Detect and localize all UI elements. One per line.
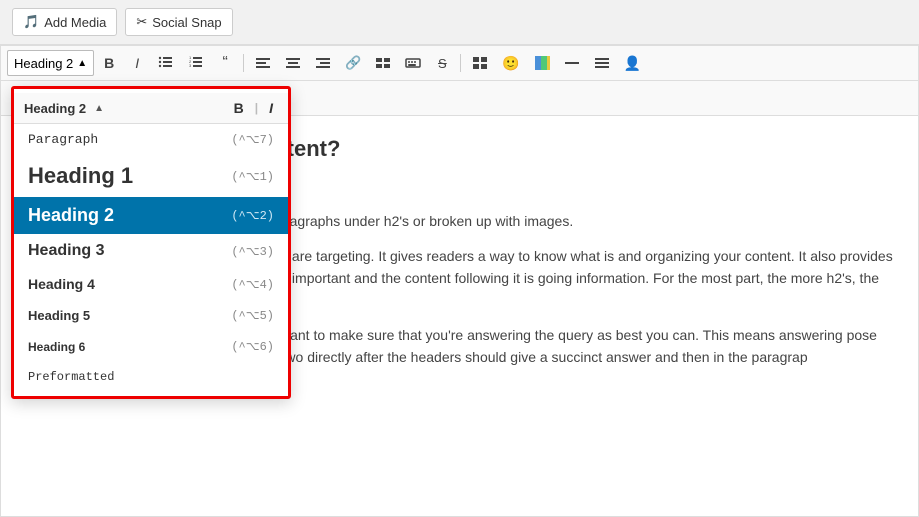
dropdown-shortcut-h1: (^⌥1) bbox=[231, 169, 274, 184]
align-center-button[interactable] bbox=[279, 50, 307, 76]
table-icon-button[interactable] bbox=[466, 50, 494, 76]
color-icon bbox=[534, 55, 550, 71]
user-button[interactable]: 👤 bbox=[618, 50, 647, 76]
align-right-icon bbox=[315, 55, 331, 71]
bold-button[interactable]: B bbox=[96, 50, 122, 76]
dropdown-label-h1: Heading 1 bbox=[28, 163, 133, 189]
dropdown-item-paragraph[interactable]: Paragraph (^⌥7) bbox=[14, 124, 288, 155]
more-button[interactable] bbox=[369, 50, 397, 76]
dropdown-shortcut-h3: (^⌥3) bbox=[231, 244, 274, 259]
dropdown-sep: | bbox=[255, 101, 258, 115]
unordered-list-button[interactable] bbox=[152, 50, 180, 76]
italic-button[interactable]: I bbox=[124, 50, 150, 76]
keyboard-icon bbox=[405, 55, 421, 71]
align-center-icon bbox=[285, 55, 301, 71]
blockquote-button[interactable]: “ bbox=[212, 50, 238, 76]
align-left-icon bbox=[255, 55, 271, 71]
dropdown-item-h2[interactable]: Heading 2 (^⌥2) bbox=[14, 197, 288, 234]
align-right-button[interactable] bbox=[309, 50, 337, 76]
hr-icon bbox=[564, 55, 580, 71]
dropdown-shortcut-h6: (^⌥6) bbox=[231, 339, 274, 354]
dropdown-shortcut-h4: (^⌥4) bbox=[231, 277, 274, 292]
bold-icon: B bbox=[104, 55, 114, 71]
dropdown-item-h1[interactable]: Heading 1 (^⌥1) bbox=[14, 155, 288, 197]
link-button[interactable]: 🔗 bbox=[339, 50, 367, 76]
dropdown-item-h3[interactable]: Heading 3 (^⌥3) bbox=[14, 234, 288, 268]
ul-icon bbox=[158, 54, 174, 73]
social-snap-icon: ✂ bbox=[136, 14, 147, 30]
add-media-icon: 🎵 bbox=[23, 14, 39, 30]
dropdown-shortcut-h5: (^⌥5) bbox=[231, 308, 274, 323]
hr-button[interactable] bbox=[558, 50, 586, 76]
dropdown-label-h4: Heading 4 bbox=[28, 276, 95, 292]
dropdown-item-h4[interactable]: Heading 4 (^⌥4) bbox=[14, 268, 288, 300]
dropdown-label-h2: Heading 2 bbox=[28, 205, 114, 226]
ordered-list-button[interactable]: 123 bbox=[182, 50, 210, 76]
separator-2 bbox=[460, 54, 461, 72]
dropdown-label-pre: Preformatted bbox=[28, 370, 114, 384]
table-icon bbox=[472, 55, 488, 71]
smiley-button[interactable]: 🙂 bbox=[496, 50, 525, 76]
dropdown-item-h5[interactable]: Heading 5 (^⌥5) bbox=[14, 300, 288, 331]
italic-icon: I bbox=[135, 55, 139, 71]
dropdown-item-pre[interactable]: Preformatted bbox=[14, 362, 288, 392]
social-snap-label: Social Snap bbox=[152, 15, 221, 30]
more-icon bbox=[375, 55, 391, 71]
dropdown-italic-button[interactable]: I bbox=[264, 98, 278, 118]
color-button[interactable] bbox=[528, 50, 556, 76]
chevron-up-icon: ▲ bbox=[77, 58, 87, 69]
format-clear-button[interactable] bbox=[588, 50, 616, 76]
dropdown-item-h6[interactable]: Heading 6 (^⌥6) bbox=[14, 331, 288, 362]
dropdown-shortcut-h2: (^⌥2) bbox=[231, 208, 274, 223]
dropdown-shortcut-paragraph: (^⌥7) bbox=[231, 132, 274, 147]
dropdown-label-paragraph: Paragraph bbox=[28, 132, 98, 147]
add-media-label: Add Media bbox=[44, 15, 106, 30]
keyboard-shortcuts-button[interactable] bbox=[399, 50, 427, 76]
format-select-label: Heading 2 bbox=[14, 56, 73, 71]
svg-text:3: 3 bbox=[189, 63, 192, 68]
dropdown-header-label: Heading 2 bbox=[24, 101, 86, 116]
dropdown-label-h3: Heading 3 bbox=[28, 242, 104, 260]
dropdown-bold-button[interactable]: B bbox=[229, 98, 249, 118]
social-snap-button[interactable]: ✂ Social Snap bbox=[125, 8, 232, 36]
dropdown-arrow-icon: ▲ bbox=[94, 103, 104, 114]
format-clear-icon bbox=[594, 55, 610, 71]
format-select[interactable]: Heading 2 ▲ bbox=[7, 50, 94, 76]
editor-wrapper: Heading 2 ▲ B I 123 “ bbox=[0, 45, 919, 517]
ol-icon: 123 bbox=[188, 54, 204, 73]
dropdown-header: Heading 2 ▲ B | I bbox=[14, 93, 288, 124]
format-dropdown: Heading 2 ▲ B | I Paragraph (^⌥7) Headin… bbox=[11, 86, 291, 399]
top-bar: 🎵 Add Media ✂ Social Snap bbox=[0, 0, 919, 45]
toolbar-row-1: Heading 2 ▲ B I 123 “ bbox=[1, 46, 918, 81]
separator-1 bbox=[243, 54, 244, 72]
dropdown-label-h6: Heading 6 bbox=[28, 340, 85, 354]
dropdown-label-h5: Heading 5 bbox=[28, 308, 90, 323]
strikethrough-button[interactable]: S bbox=[429, 50, 455, 76]
add-media-button[interactable]: 🎵 Add Media bbox=[12, 8, 117, 36]
align-left-button[interactable] bbox=[249, 50, 277, 76]
link-icon: 🔗 bbox=[345, 55, 361, 71]
